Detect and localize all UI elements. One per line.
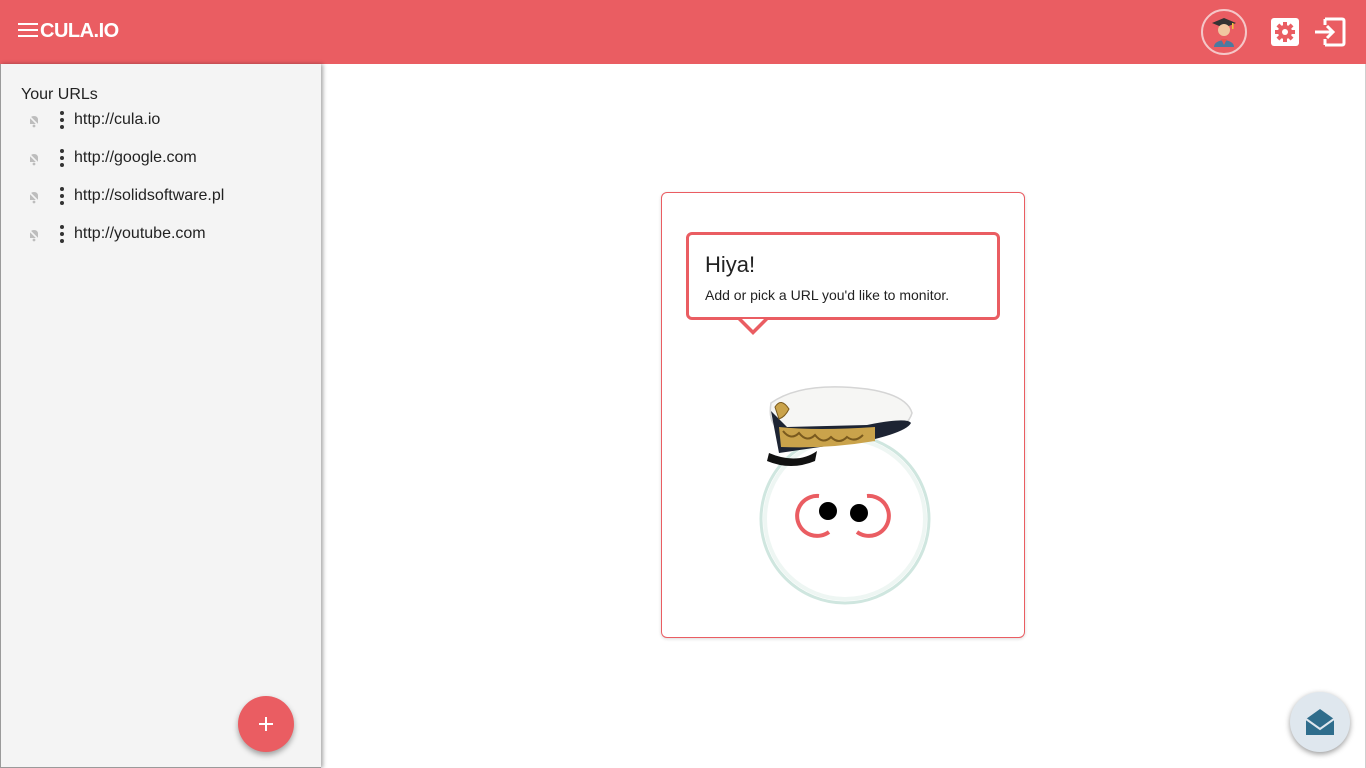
add-url-button[interactable] xyxy=(238,696,294,752)
welcome-message: Add or pick a URL you'd like to monitor. xyxy=(705,287,950,303)
welcome-card: Hiya! Add or pick a URL you'd like to mo… xyxy=(661,192,1025,638)
logout-icon xyxy=(1315,17,1346,47)
bell-muted-icon[interactable] xyxy=(27,152,41,166)
user-avatar-button[interactable] xyxy=(1201,9,1247,55)
gear-icon xyxy=(1271,18,1299,46)
bell-muted-icon[interactable] xyxy=(27,190,41,204)
more-options-icon[interactable] xyxy=(59,111,65,129)
captain-mascot-icon xyxy=(759,386,931,605)
url-list-item[interactable]: http://solidsoftware.pl xyxy=(1,182,321,220)
url-label[interactable]: http://solidsoftware.pl xyxy=(74,187,224,205)
more-options-icon[interactable] xyxy=(59,187,65,205)
url-label[interactable]: http://google.com xyxy=(74,149,197,167)
bell-muted-icon[interactable] xyxy=(27,114,41,128)
url-label[interactable]: http://youtube.com xyxy=(74,225,206,243)
mail-icon xyxy=(1305,709,1335,735)
url-sidebar: Your URLs http://cula.io http://google.c… xyxy=(0,64,321,768)
logout-button[interactable] xyxy=(1313,16,1347,48)
speech-bubble: Hiya! Add or pick a URL you'd like to mo… xyxy=(686,232,1000,335)
sidebar-title: Your URLs xyxy=(21,86,98,103)
url-list-item[interactable]: http://youtube.com xyxy=(1,220,321,258)
more-options-icon[interactable] xyxy=(59,225,65,243)
hamburger-icon[interactable] xyxy=(18,23,38,41)
app-title[interactable]: CULA.IO xyxy=(40,20,119,43)
url-label[interactable]: http://cula.io xyxy=(74,111,160,129)
url-list-item[interactable]: http://google.com xyxy=(1,144,321,182)
plus-icon xyxy=(259,717,273,731)
speech-bubble-tail xyxy=(737,319,769,335)
url-list-item[interactable]: http://cula.io xyxy=(1,106,321,144)
url-list: http://cula.io http://google.com http://… xyxy=(1,106,321,258)
graduate-avatar-icon xyxy=(1212,18,1236,47)
welcome-title: Hiya! xyxy=(705,252,756,277)
support-mail-button[interactable] xyxy=(1290,692,1350,752)
more-options-icon[interactable] xyxy=(59,149,65,167)
bell-muted-icon[interactable] xyxy=(27,228,41,242)
app-header: CULA.IO xyxy=(0,0,1366,64)
settings-button[interactable] xyxy=(1269,16,1301,48)
